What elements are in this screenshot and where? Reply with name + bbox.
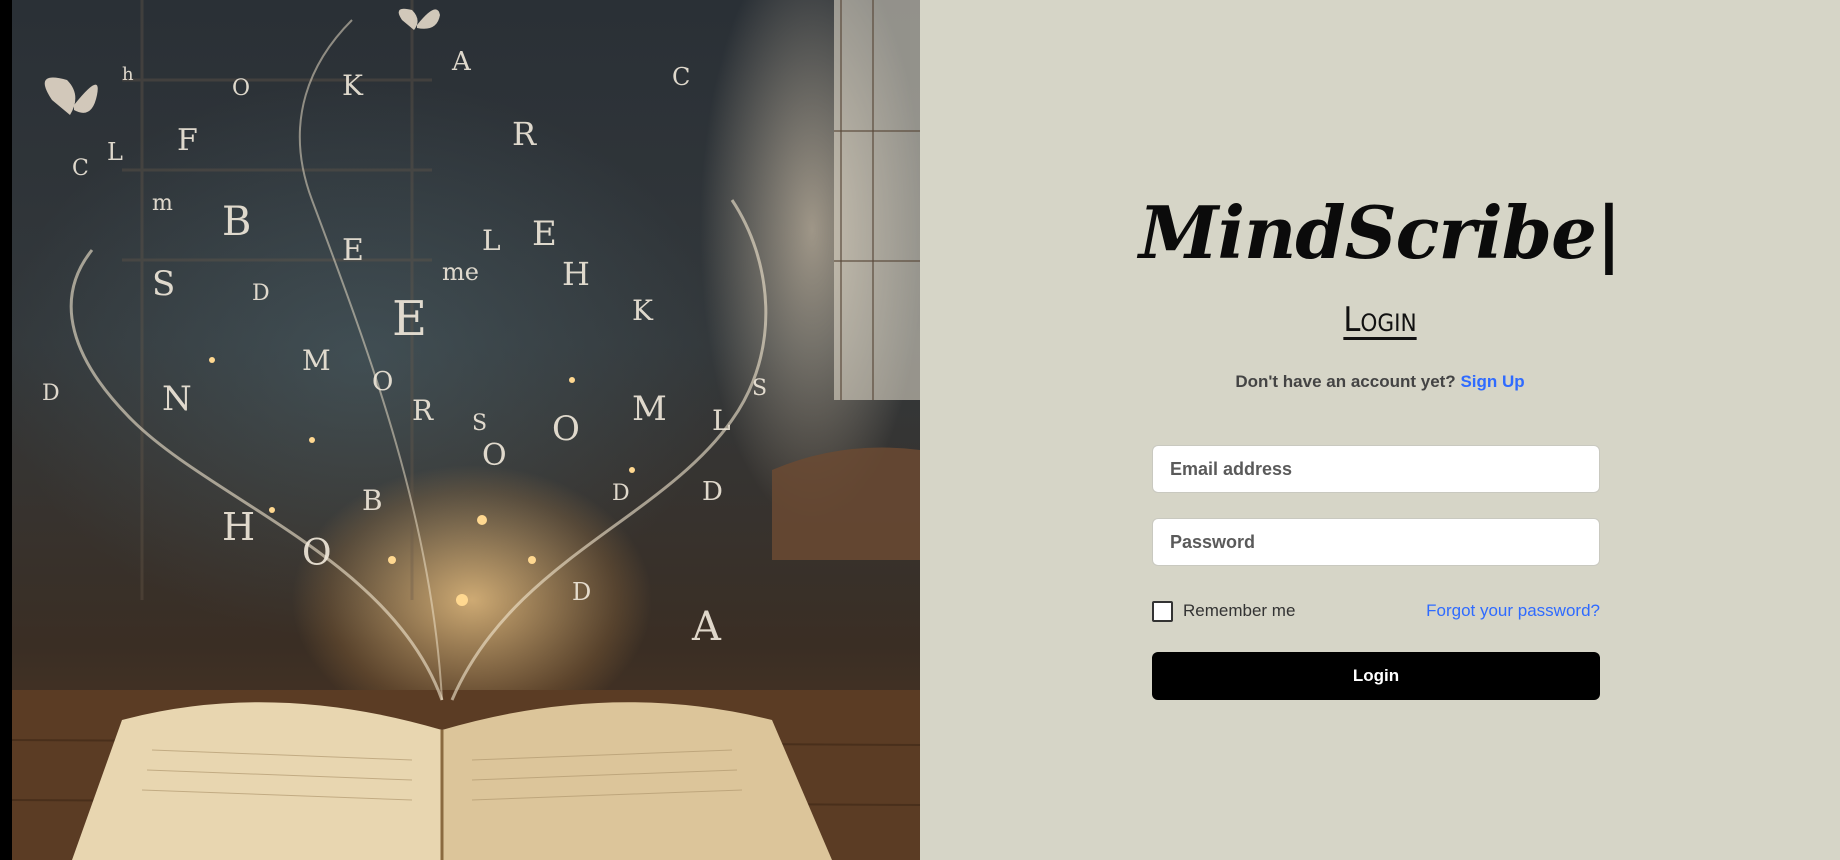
email-field[interactable]: [1168, 457, 1584, 481]
password-field[interactable]: [1168, 530, 1584, 554]
svg-text:E: E: [342, 233, 364, 268]
svg-text:E: E: [392, 291, 427, 347]
svg-text:m: m: [152, 191, 173, 216]
hero-illustration: B E E A R F L C m S E H K M L M O R O O …: [12, 0, 920, 860]
svg-text:D: D: [42, 381, 60, 406]
svg-text:S: S: [152, 264, 175, 304]
svg-text:M: M: [302, 344, 331, 377]
svg-text:O: O: [482, 438, 507, 473]
svg-text:M: M: [632, 389, 667, 429]
svg-text:O: O: [232, 76, 250, 101]
svg-text:K: K: [342, 69, 364, 102]
svg-text:O: O: [552, 409, 580, 449]
svg-text:S: S: [472, 411, 487, 436]
svg-text:F: F: [177, 123, 198, 158]
svg-text:C: C: [672, 63, 690, 91]
svg-text:H: H: [222, 505, 255, 549]
svg-text:h: h: [122, 64, 134, 85]
svg-text:K: K: [632, 294, 654, 327]
svg-text:L: L: [482, 224, 501, 257]
svg-text:O: O: [372, 367, 393, 397]
window-edge: [0, 0, 12, 860]
svg-text:R: R: [512, 115, 537, 153]
brand-logo: MindScribe|: [1138, 190, 1622, 275]
login-button[interactable]: Login: [1152, 652, 1600, 700]
svg-text:D: D: [702, 477, 723, 507]
svg-text:S: S: [752, 376, 767, 401]
svg-text:D: D: [252, 281, 270, 306]
email-field-container: [1152, 445, 1600, 493]
signup-prompt-text: Don't have an account yet?: [1235, 372, 1456, 391]
svg-text:L: L: [107, 138, 123, 166]
signup-link[interactable]: Sign Up: [1460, 372, 1524, 391]
svg-text:O: O: [302, 533, 332, 574]
svg-text:L: L: [712, 404, 731, 437]
page-title: Login: [1343, 300, 1417, 340]
svg-text:H: H: [562, 255, 590, 293]
login-panel: MindScribe| Login Don't have an account …: [920, 0, 1840, 860]
svg-text:A: A: [451, 47, 472, 77]
svg-text:E: E: [532, 214, 557, 254]
svg-text:B: B: [362, 484, 383, 517]
svg-text:B: B: [222, 199, 251, 245]
forgot-password-link[interactable]: Forgot your password?: [1426, 601, 1600, 621]
password-field-container: [1152, 518, 1600, 566]
magic-book-illustration: B E E A R F L C m S E H K M L M O R O O …: [12, 0, 920, 860]
svg-text:N: N: [162, 379, 192, 419]
svg-text:R: R: [412, 394, 434, 427]
svg-text:D: D: [572, 578, 591, 606]
svg-text:D: D: [612, 481, 630, 506]
svg-text:me: me: [442, 258, 479, 286]
signup-prompt: Don't have an account yet? Sign Up: [920, 372, 1840, 392]
remember-me[interactable]: Remember me: [1152, 600, 1296, 622]
login-options-row: Remember me Forgot your password?: [1152, 598, 1600, 624]
svg-text:C: C: [72, 156, 89, 181]
remember-me-checkbox[interactable]: [1152, 600, 1173, 622]
remember-me-label: Remember me: [1183, 601, 1296, 620]
svg-text:A: A: [691, 604, 722, 650]
